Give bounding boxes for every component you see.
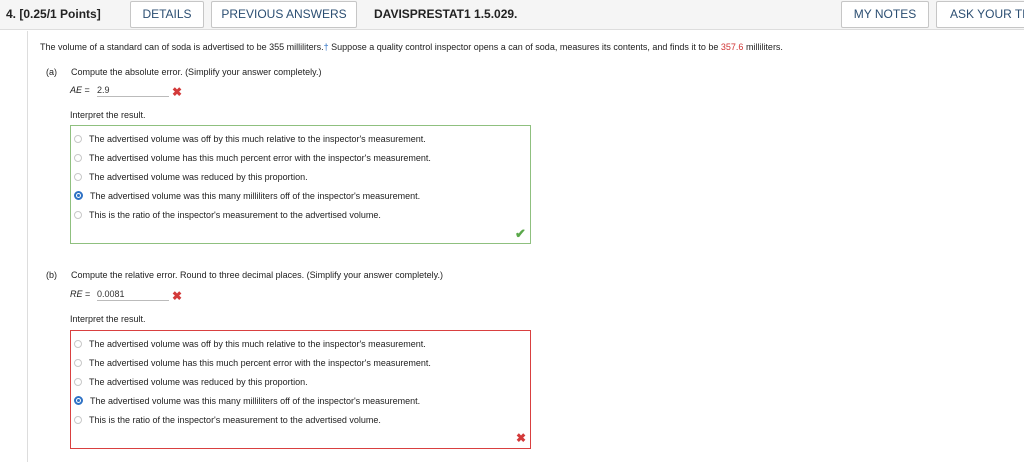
points-score: [0.25/1 Points] [19, 7, 101, 21]
part-a-equation-label: AE = [70, 85, 90, 95]
measured-value: 357.6 [720, 42, 744, 52]
ask-teacher-button[interactable]: ASK YOUR TEACHER [936, 1, 1024, 28]
part-b-choice-1[interactable]: The advertised volume was off by this mu… [74, 337, 426, 350]
question-number: 4. [0.25/1 Points] [6, 7, 101, 21]
incorrect-icon: ✖ [172, 85, 183, 99]
part-a-choices: The advertised volume was off by this mu… [70, 125, 531, 244]
part-a-choice-5[interactable]: This is the ratio of the inspector's mea… [74, 208, 381, 221]
part-a-choice-2[interactable]: The advertised volume has this much perc… [74, 151, 431, 164]
question-header: 4. [0.25/1 Points] DETAILS PREVIOUS ANSW… [0, 0, 1024, 30]
part-b-choice-3[interactable]: The advertised volume was reduced by thi… [74, 375, 308, 388]
part-a-interpret-label: Interpret the result. [70, 110, 146, 120]
problem-statement: The volume of a standard can of soda is … [40, 42, 783, 52]
part-b-choice-4[interactable]: The advertised volume was this many mill… [74, 394, 420, 407]
radio-button-icon[interactable] [74, 153, 82, 162]
radio-selected-icon[interactable] [74, 396, 83, 405]
previous-answers-button[interactable]: PREVIOUS ANSWERS [211, 1, 357, 28]
part-a-choice-3[interactable]: The advertised volume was reduced by thi… [74, 170, 308, 183]
part-a-prompt: (a) Compute the absolute error. (Simplify… [46, 67, 322, 77]
incorrect-icon: ✖ [172, 289, 183, 303]
course-id: DAVISPRESTAT1 1.5.029. [374, 7, 518, 21]
incorrect-icon: ✖ [516, 431, 527, 445]
absolute-error-input[interactable]: 2.9 [97, 84, 169, 97]
details-button[interactable]: DETAILS [130, 1, 204, 28]
relative-error-input[interactable]: 0.0081 [97, 288, 169, 301]
part-b-choice-5[interactable]: This is the ratio of the inspector's mea… [74, 413, 381, 426]
part-b-prompt: (b) Compute the relative error. Round to … [46, 270, 443, 280]
part-b-choice-2[interactable]: The advertised volume has this much perc… [74, 356, 431, 369]
radio-button-icon[interactable] [74, 134, 82, 143]
radio-button-icon[interactable] [74, 358, 82, 367]
part-a-choice-4[interactable]: The advertised volume was this many mill… [74, 189, 420, 202]
radio-button-icon[interactable] [74, 377, 82, 386]
part-b-choices: The advertised volume was off by this mu… [70, 330, 531, 449]
radio-button-icon[interactable] [74, 415, 82, 424]
radio-button-icon[interactable] [74, 339, 82, 348]
correct-checkmark-icon: ✔ [515, 226, 526, 241]
radio-button-icon[interactable] [74, 210, 82, 219]
radio-button-icon[interactable] [74, 172, 82, 181]
part-a-choice-1[interactable]: The advertised volume was off by this mu… [74, 132, 426, 145]
part-b-equation-label: RE = [70, 289, 91, 299]
part-b-interpret-label: Interpret the result. [70, 314, 146, 324]
my-notes-button[interactable]: MY NOTES [841, 1, 929, 28]
radio-selected-icon[interactable] [74, 191, 83, 200]
